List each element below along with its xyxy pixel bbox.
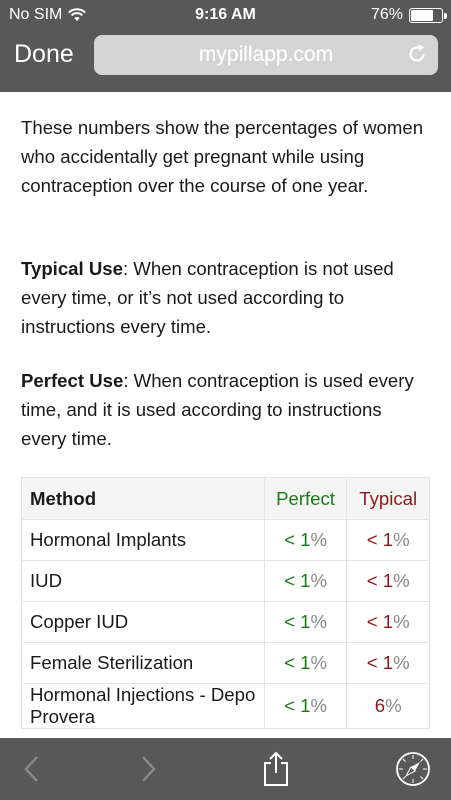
reload-icon[interactable] xyxy=(406,43,428,65)
page-content: These numbers show the percentages of wo… xyxy=(0,92,451,738)
done-button[interactable]: Done xyxy=(14,40,74,69)
perfect-cell: < 1% xyxy=(263,683,348,729)
typical-header: Typical xyxy=(346,477,430,520)
battery-percent: 76% xyxy=(370,6,403,23)
typical-cell: < 1% xyxy=(346,560,430,602)
perfect-cell: < 1% xyxy=(263,601,348,643)
address-bar[interactable]: mypillapp.com xyxy=(94,35,438,75)
forward-icon[interactable] xyxy=(130,751,166,787)
method-cell: Copper IUD xyxy=(21,601,265,643)
status-bar: No SIM 9:16 AM 76% xyxy=(0,0,451,30)
intro-paragraph: These numbers show the percentages of wo… xyxy=(21,117,424,196)
back-icon[interactable] xyxy=(14,751,50,787)
method-cell: Hormonal Injections - Depo Provera xyxy=(21,683,265,729)
compass-icon[interactable] xyxy=(395,751,431,787)
table-header-row: Method Perfect Typical xyxy=(21,477,430,520)
perfect-header: Perfect xyxy=(263,477,348,520)
bottom-toolbar xyxy=(0,738,451,800)
perfect-cell: < 1% xyxy=(263,642,348,684)
share-icon[interactable] xyxy=(258,751,294,787)
table-row: Copper IUD < 1% < 1% xyxy=(21,601,430,643)
url-text: mypillapp.com xyxy=(198,43,334,66)
typical-cell: < 1% xyxy=(346,601,430,643)
method-cell: Female Sterilization xyxy=(21,642,265,684)
effectiveness-table: Method Perfect Typical Hormonal Implants… xyxy=(21,477,430,729)
perfect-cell: < 1% xyxy=(263,560,348,602)
typical-use-term: Typical Use xyxy=(21,258,123,279)
typical-cell: < 1% xyxy=(346,642,430,684)
typical-use-paragraph: Typical Use: When contraception is not u… xyxy=(21,254,431,341)
table-row: Hormonal Injections - Depo Provera < 1% … xyxy=(21,683,430,729)
perfect-use-term: Perfect Use xyxy=(21,370,124,391)
battery-icon xyxy=(409,7,447,23)
perfect-use-paragraph: Perfect Use: When contraception is used … xyxy=(21,366,431,453)
battery-group: 76% xyxy=(370,6,447,24)
navigation-row: Done mypillapp.com xyxy=(0,30,451,92)
browser-chrome: No SIM 9:16 AM 76% Done mypillapp.com xyxy=(0,0,451,92)
table-row: IUD < 1% < 1% xyxy=(21,560,430,602)
method-cell: IUD xyxy=(21,560,265,602)
typical-cell: < 1% xyxy=(346,519,430,561)
perfect-cell: < 1% xyxy=(263,519,348,561)
method-header: Method xyxy=(21,477,265,520)
method-cell: Hormonal Implants xyxy=(21,519,265,561)
table-row: Hormonal Implants < 1% < 1% xyxy=(21,519,430,561)
typical-cell: 6% xyxy=(346,683,430,729)
table-row: Female Sterilization < 1% < 1% xyxy=(21,642,430,684)
